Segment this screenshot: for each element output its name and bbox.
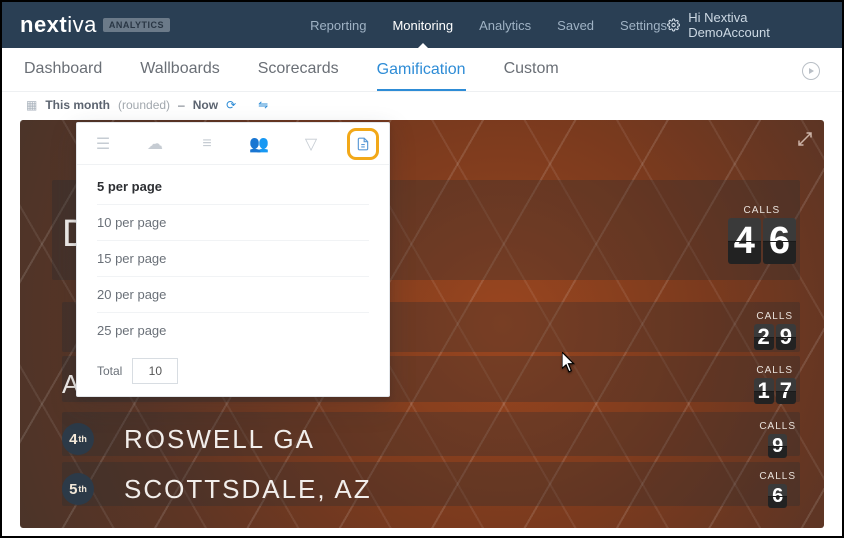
expand-icon[interactable] [796,130,814,148]
calls-block: CALLS 6 [759,471,796,508]
calls-block: CALLS 9 [759,421,796,458]
filter-icon[interactable]: ▽ [302,135,320,153]
cloud-icon[interactable]: ☁ [146,135,164,153]
list-view-icon[interactable]: ☰ [94,135,112,153]
leaderboard-row-4: 4th ROSWELL GA CALLS 9 [62,418,796,460]
rounded-label: (rounded) [118,98,170,112]
gear-icon[interactable] [667,18,680,32]
calls-value: 29 [754,324,797,350]
brand-badge: ANALYTICS [103,18,170,32]
range-sep: – [178,98,185,112]
people-icon[interactable]: 👥 [250,135,268,153]
calls-label: CALLS [754,311,797,322]
nav-analytics[interactable]: Analytics [479,2,531,48]
sub-tabs: Dashboard Wallboards Scorecards Gamifica… [2,48,842,92]
nav-right: Hi Nextiva DemoAccount [667,10,824,40]
popover-toolbar: ☰ ☁ ≡ 👥 ▽ [77,123,389,165]
brand: nextiva ANALYTICS [20,12,170,38]
cursor-icon [562,352,576,372]
nav-settings[interactable]: Settings [620,2,667,48]
nav-reporting[interactable]: Reporting [310,2,366,48]
page-size-option[interactable]: 25 per page [97,313,369,348]
total-input[interactable] [132,358,178,384]
page-size-list: 5 per page 10 per page 15 per page 20 pe… [77,165,389,354]
page-icon[interactable] [354,135,372,153]
calls-label: CALLS [759,471,796,482]
tab-scorecards[interactable]: Scorecards [258,60,339,80]
bars-icon[interactable]: ≡ [198,135,216,153]
calls-label: CALLS [759,421,796,432]
nav-main: Reporting Monitoring Analytics Saved Set… [310,2,667,48]
tab-custom[interactable]: Custom [504,60,559,80]
location-name: SCOTTSDALE, AZ [124,474,372,505]
range-label[interactable]: This month [45,98,110,112]
play-icon[interactable] [802,62,820,80]
page-size-option[interactable]: 20 per page [97,277,369,313]
page-size-option[interactable]: 5 per page [97,169,369,205]
leaderboard-row-5: 5th SCOTTSDALE, AZ CALLS 6 [62,468,796,510]
top-navbar: nextiva ANALYTICS Reporting Monitoring A… [2,2,842,48]
now-label[interactable]: Now [193,98,218,112]
tab-wallboards[interactable]: Wallboards [140,60,219,80]
filter-bar: ▦ This month (rounded) – Now ⟳ ⇋ [2,92,842,120]
page-size-option[interactable]: 15 per page [97,241,369,277]
page-size-popover: ☰ ☁ ≡ 👥 ▽ 5 per page 10 per page 15 per … [76,122,390,397]
calls-value: 9 [759,434,796,458]
calls-value: 46 [728,218,796,264]
calls-block: CALLS 17 [754,365,797,404]
rank-badge: 4th [62,423,94,455]
tab-dashboard[interactable]: Dashboard [24,60,102,80]
nav-monitoring[interactable]: Monitoring [392,2,453,48]
rank-badge: 5th [62,473,94,505]
page-size-option[interactable]: 10 per page [97,205,369,241]
calendar-icon[interactable]: ▦ [26,98,37,112]
layout-toggle-icon[interactable]: ⇋ [258,98,268,112]
brand-name: nextiva [20,12,97,38]
calls-block: CALLS 29 [754,311,797,350]
calls-label: CALLS [728,205,796,216]
nav-saved[interactable]: Saved [557,2,594,48]
total-label: Total [97,364,122,378]
calls-value: 17 [754,378,797,404]
tab-gamification[interactable]: Gamification [377,61,466,91]
page-size-total: Total [77,354,389,384]
calls-label: CALLS [754,365,797,376]
calls-block: CALLS 46 [728,205,796,264]
calls-value: 6 [759,484,796,508]
location-name: ROSWELL GA [124,424,315,455]
refresh-icon[interactable]: ⟳ [226,98,236,112]
greeting-text: Hi Nextiva DemoAccount [688,10,824,40]
